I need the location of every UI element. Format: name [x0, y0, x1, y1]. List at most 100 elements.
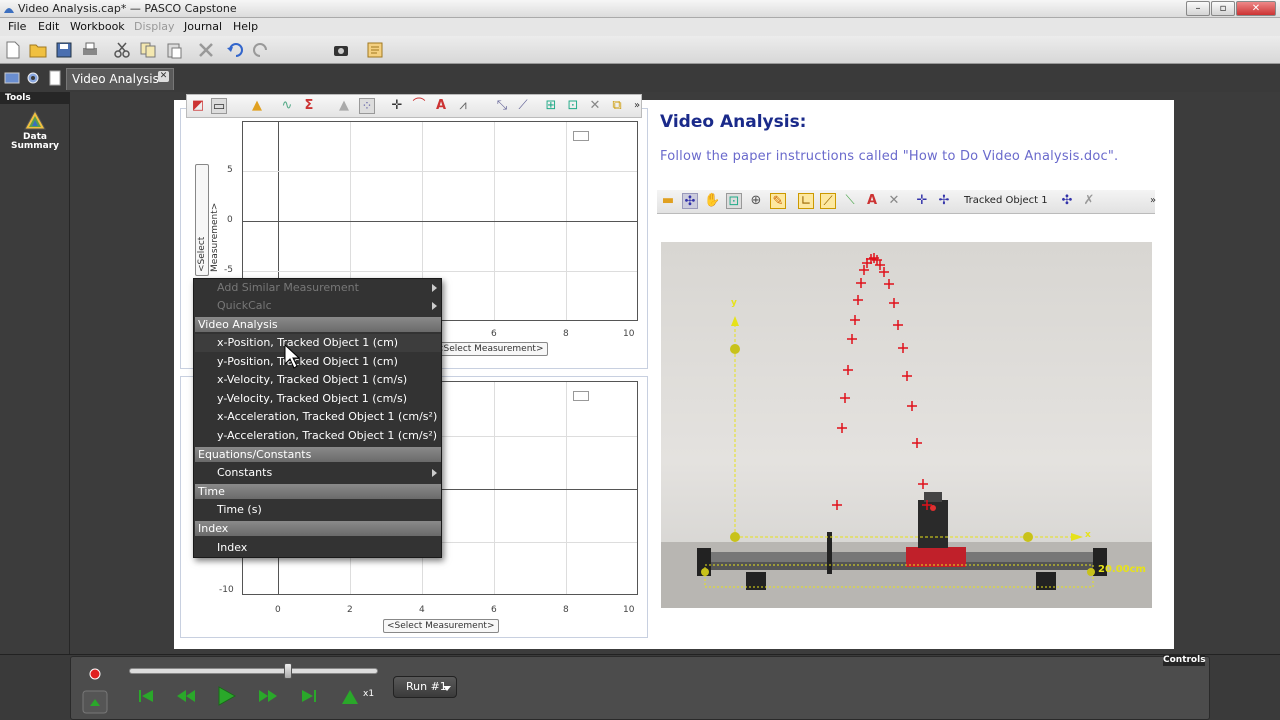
x-axis-measurement-selector[interactable]: <Select Measurement> [432, 342, 548, 356]
tracking-marker[interactable] [840, 393, 850, 403]
crosshair-icon[interactable]: ✛ [389, 98, 405, 114]
more-tools-icon[interactable]: » [629, 98, 645, 114]
tracking-marker[interactable] [889, 298, 899, 308]
tracking-marker[interactable] [843, 365, 853, 375]
tracking-marker[interactable] [912, 438, 922, 448]
video-delete-icon[interactable]: ✕ [886, 193, 902, 209]
menu-item-x-position[interactable]: x-Position, Tracked Object 1 (cm) [195, 334, 441, 352]
legend-box[interactable] [573, 131, 589, 141]
gear-icon[interactable] [25, 70, 41, 86]
menu-item-y-velocity[interactable]: y-Velocity, Tracked Object 1 (cm/s) [195, 390, 441, 408]
play-icon[interactable] [213, 684, 239, 708]
annotation-icon[interactable]: A [433, 98, 449, 114]
print-icon[interactable] [81, 41, 99, 59]
legend-box[interactable] [573, 391, 589, 401]
copy-graph-icon[interactable]: ⧉ [609, 98, 625, 114]
tracked-object-label[interactable]: Tracked Object 1 [964, 195, 1048, 206]
tracking-marker[interactable] [832, 500, 842, 510]
camera-icon[interactable] [332, 41, 350, 59]
open-folder-icon[interactable] [29, 41, 47, 59]
zoom-icon[interactable]: ⊕ [748, 193, 764, 209]
page-view-icon[interactable] [4, 70, 20, 86]
remove-icon[interactable]: ✕ [587, 98, 603, 114]
clear-tracks-icon[interactable]: ✗ [1081, 193, 1097, 209]
video-annotation-icon[interactable]: A [864, 193, 880, 209]
menu-item-constants[interactable]: Constants [195, 464, 441, 482]
menu-help[interactable]: Help [233, 20, 258, 33]
menu-workbook[interactable]: Workbook [70, 20, 125, 33]
fit-icon[interactable]: ⤡ [494, 98, 510, 114]
record-mode-icon[interactable] [82, 690, 108, 714]
menu-journal[interactable]: Journal [184, 20, 222, 33]
redo-icon[interactable] [252, 41, 270, 59]
rewind-icon[interactable] [175, 686, 197, 706]
menu-file[interactable]: File [8, 20, 26, 33]
record-icon[interactable] [87, 666, 103, 682]
track-next-icon[interactable]: ✣ [1059, 193, 1075, 209]
maximize-button[interactable]: ▫ [1211, 1, 1235, 16]
more-video-tools-icon[interactable]: » [1145, 193, 1161, 209]
cut-icon[interactable] [113, 41, 131, 59]
video-content[interactable] [661, 242, 1152, 608]
run-selector[interactable]: Run #1 [393, 676, 457, 698]
add-tracked-object-icon[interactable]: ✛ [914, 193, 930, 209]
y-axis-measurement-selector[interactable]: <Select Measurement> [195, 164, 220, 276]
tracking-marker[interactable] [893, 320, 903, 330]
tracking-marker[interactable] [850, 315, 860, 325]
delete-icon[interactable] [197, 41, 215, 59]
tracking-marker[interactable] [837, 423, 847, 433]
fast-forward-icon[interactable] [257, 686, 279, 706]
open-video-icon[interactable]: ▬ [660, 193, 676, 209]
graph-edit-icon[interactable]: ◩ [190, 98, 206, 114]
skip-start-icon[interactable] [135, 686, 157, 706]
track-points-icon[interactable]: ✣ [682, 193, 698, 209]
paste-icon[interactable] [165, 41, 183, 59]
menu-item-x-velocity[interactable]: x-Velocity, Tracked Object 1 (cm/s) [195, 371, 441, 389]
tracking-marker[interactable] [898, 343, 908, 353]
save-icon[interactable] [55, 41, 73, 59]
menu-item-add-similar[interactable]: Add Similar Measurement [195, 279, 441, 297]
menu-display[interactable]: Display [134, 20, 175, 33]
ruler-icon[interactable]: ⟍ [842, 193, 858, 209]
tab-close-icon[interactable]: ✕ [158, 71, 169, 82]
tangent-icon[interactable]: ⌒ [411, 98, 427, 114]
playback-slider-track[interactable] [129, 668, 378, 674]
video-frame[interactable]: y x 20.00cm [661, 242, 1152, 608]
data-summary-tool[interactable]: Data Summary [8, 109, 62, 156]
page-icon[interactable] [47, 70, 63, 86]
tracking-marker[interactable] [918, 479, 928, 489]
tracking-marker[interactable] [853, 295, 863, 305]
add-axis-icon[interactable]: ⊞ [543, 98, 559, 114]
menu-item-time[interactable]: Time (s) [195, 501, 441, 519]
tracking-marker[interactable] [884, 279, 894, 289]
axes-icon[interactable]: ∟ [798, 193, 814, 209]
sigma-icon[interactable]: Σ [301, 98, 317, 114]
playback-speed-icon[interactable] [338, 686, 362, 708]
skip-end-icon[interactable] [298, 686, 320, 706]
close-window-button[interactable]: ✕ [1236, 1, 1276, 16]
menu-item-y-position[interactable]: y-Position, Tracked Object 1 (cm) [195, 353, 441, 371]
journal-icon[interactable] [366, 41, 384, 59]
tracking-marker[interactable] [856, 278, 866, 288]
undo-icon[interactable] [226, 41, 244, 59]
curve-fit-icon[interactable]: ∿ [279, 98, 295, 114]
calibration-icon[interactable]: ⟋ [820, 193, 836, 209]
video-select-icon[interactable]: ⊡ [726, 193, 742, 209]
video-hand-icon[interactable]: ✋ [704, 193, 720, 209]
menu-item-index[interactable]: Index [195, 539, 441, 557]
graph-select-icon[interactable]: ▭ [211, 98, 227, 114]
video-edit-icon[interactable]: ✎ [770, 193, 786, 209]
menu-edit[interactable]: Edit [38, 20, 59, 33]
menu-item-x-acceleration[interactable]: x-Acceleration, Tracked Object 1 (cm/s²) [195, 408, 441, 426]
remove-tracked-object-icon[interactable]: ✢ [936, 193, 952, 209]
add-plot-area-icon[interactable]: ⊡ [565, 98, 581, 114]
new-file-icon[interactable] [4, 41, 22, 59]
minimize-button[interactable]: – [1186, 1, 1210, 16]
line-fit-icon[interactable]: ⟋ [515, 98, 531, 114]
playback-slider-thumb[interactable] [284, 663, 292, 679]
scatter-select-icon[interactable]: ⁘ [359, 98, 375, 114]
tracking-marker[interactable] [907, 401, 917, 411]
data-summary-small-icon[interactable]: ▲ [249, 98, 265, 114]
tracking-marker[interactable] [902, 371, 912, 381]
menu-item-quickcalc[interactable]: QuickCalc [195, 297, 441, 315]
